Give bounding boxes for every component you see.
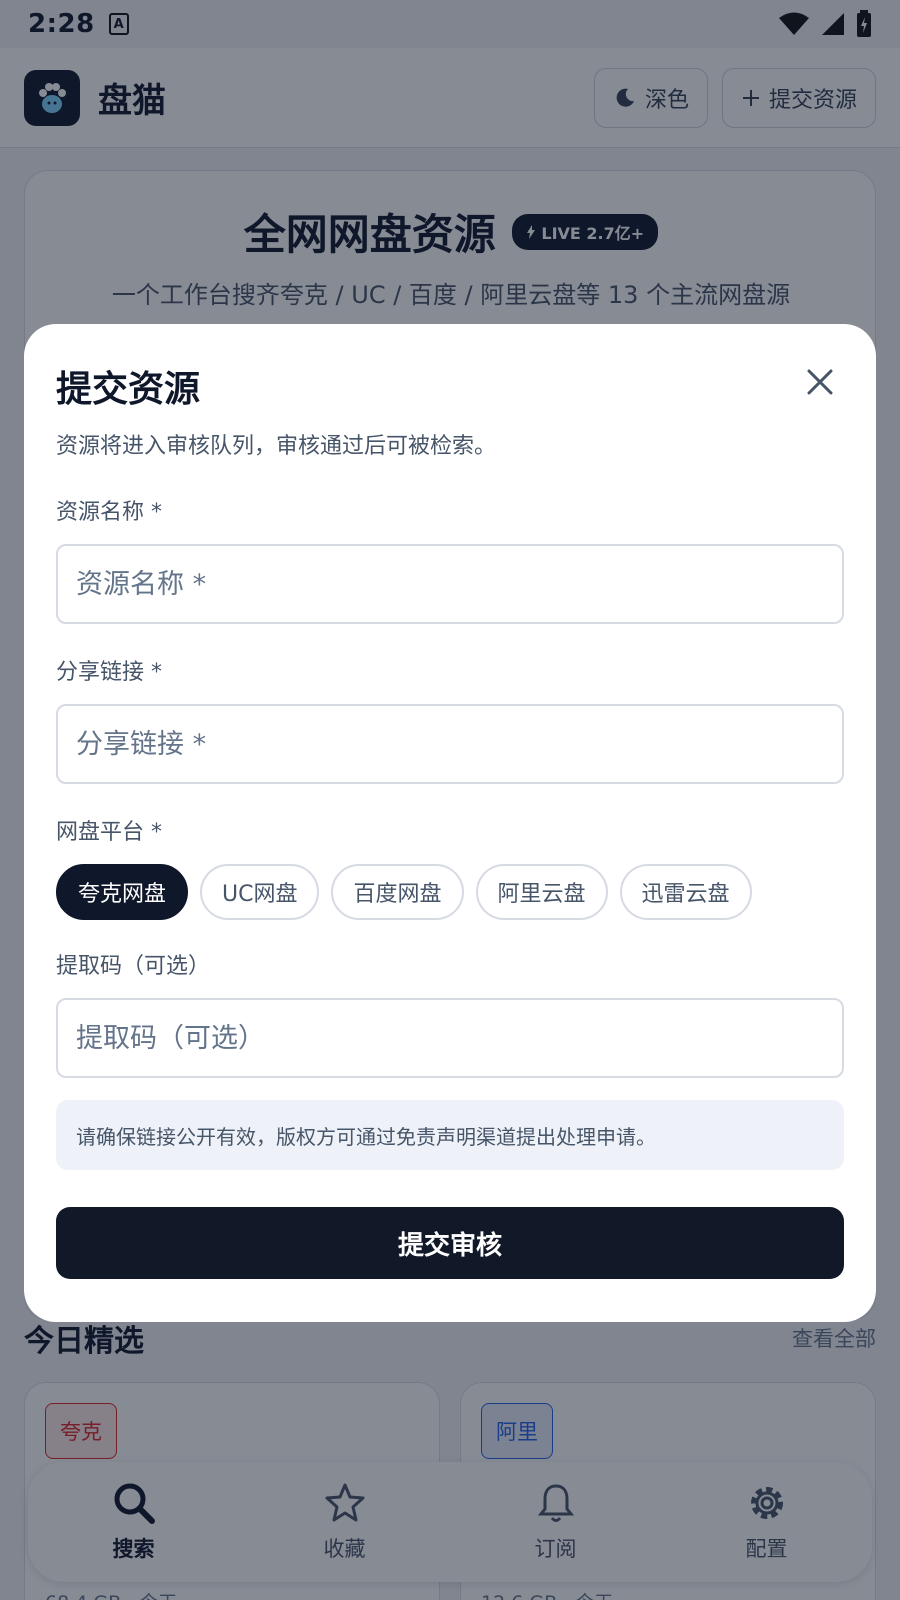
resource-name-label: 资源名称 *: [56, 500, 162, 525]
chip-xunlei[interactable]: 迅雷云盘: [619, 864, 752, 920]
close-button[interactable]: [792, 354, 848, 410]
chip-quark[interactable]: 夸克网盘: [56, 864, 189, 920]
platform-label: 网盘平台 *: [56, 820, 162, 845]
chip-uc[interactable]: UC网盘: [200, 864, 320, 920]
chip-baidu[interactable]: 百度网盘: [331, 864, 464, 920]
share-link-label: 分享链接 *: [56, 660, 162, 685]
dialog-description: 资源将进入审核队列，审核通过后可被检索。: [56, 434, 497, 459]
submit-resource-dialog: 提交资源 资源将进入审核队列，审核通过后可被检索。 资源名称 * 分享链接 * …: [24, 324, 876, 1322]
extract-code-input[interactable]: [56, 998, 844, 1078]
share-link-input[interactable]: [56, 704, 844, 784]
close-icon: [807, 369, 833, 395]
resource-name-input[interactable]: [56, 544, 844, 624]
platform-chip-group: 夸克网盘 UC网盘 百度网盘 阿里云盘 迅雷云盘: [56, 864, 752, 920]
chip-aliyun[interactable]: 阿里云盘: [475, 864, 608, 920]
extract-code-label: 提取码（可选）: [56, 954, 211, 979]
dialog-title: 提交资源: [56, 369, 201, 410]
copyright-notice: 请确保链接公开有效，版权方可通过免责声明渠道提出处理申请。: [56, 1100, 844, 1170]
submit-review-button[interactable]: 提交审核: [56, 1207, 844, 1279]
